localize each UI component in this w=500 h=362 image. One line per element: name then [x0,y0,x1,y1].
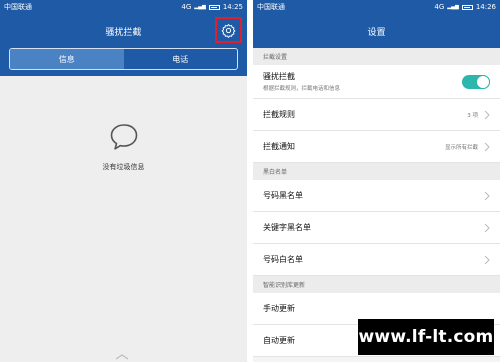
settings-button[interactable] [215,17,242,43]
row-label: 号码黑名单 [263,191,303,200]
row-label: 拦截规则 [263,110,295,119]
row-number-whitelist[interactable]: 号码白名单 [253,244,500,276]
network-label: 4G [434,3,445,11]
row-value: 显示所有拦截 [444,144,478,151]
chevron-right-icon [484,191,490,200]
row-number-blacklist[interactable]: 号码黑名单 [253,180,500,212]
row-description: 根据拦截规则，拦截电话和信息 [263,86,341,92]
chevron-right-icon [484,223,490,232]
row-harassment-intercept[interactable]: 骚扰拦截 根据拦截规则，拦截电话和信息 [253,65,500,99]
gear-icon [221,23,236,38]
carrier-label: 中国联通 [257,3,285,11]
row-label: 自动更新 [263,336,295,345]
carrier-label: 中国联通 [4,3,32,11]
chevron-right-icon [484,110,490,119]
row-intercept-rules[interactable]: 拦截规则 3 项 [253,99,500,131]
app-header: 骚扰拦截 [0,14,247,48]
section-header-blacklist-whitelist: 黑白名单 [253,163,500,180]
page-title: 骚扰拦截 [105,27,142,38]
battery-icon [461,4,473,10]
row-label: 手动更新 [263,304,295,313]
row-label: 拦截通知 [263,142,295,151]
time-label: 14:25 [222,3,243,11]
section-header-library-update: 智能识别库更新 [253,276,500,293]
signal-icon: ▂▄▆ [447,4,459,10]
row-label: 号码白名单 [263,255,303,264]
watermark: www.lf-lt.com [358,319,494,355]
battery-icon [208,4,220,10]
signal-icon: ▂▄▆ [194,4,206,10]
section-header-intercept-settings: 拦截设置 [253,48,500,65]
row-label: 关键字黑名单 [263,223,311,232]
right-phone-screen: 中国联通 4G ▂▄▆ 14:26 设置 拦截设置 骚扰拦截 根据拦截规则，拦截… [253,0,500,362]
row-keyword-blacklist[interactable]: 关键字黑名单 [253,212,500,244]
empty-state [0,76,247,362]
chevron-up-icon[interactable] [110,354,134,360]
message-bubble-icon [109,122,139,156]
left-phone-screen: 中国联通 4G ▂▄▆ 14:25 骚扰拦截 信息 电话 没有垃圾信息 [0,0,247,362]
settings-header: 设置 [253,14,500,48]
row-intercept-notification[interactable]: 拦截通知 显示所有拦截 [253,131,500,163]
tab-bar: 信息 电话 [0,48,247,76]
row-value: 3 项 [467,112,478,119]
network-label: 4G [181,3,192,11]
status-bar: 中国联通 4G ▂▄▆ 14:25 [0,0,247,14]
time-label: 14:26 [475,3,496,11]
tab-calls[interactable]: 电话 [124,49,238,69]
status-bar: 中国联通 4G ▂▄▆ 14:26 [253,0,500,14]
tab-messages[interactable]: 信息 [10,49,124,69]
harassment-intercept-toggle[interactable] [462,74,490,89]
page-title: 设置 [367,27,386,38]
chevron-right-icon [484,255,490,264]
row-label: 骚扰拦截 [263,72,295,81]
chevron-right-icon [484,142,490,151]
empty-state-text: 没有垃圾信息 [102,163,145,171]
